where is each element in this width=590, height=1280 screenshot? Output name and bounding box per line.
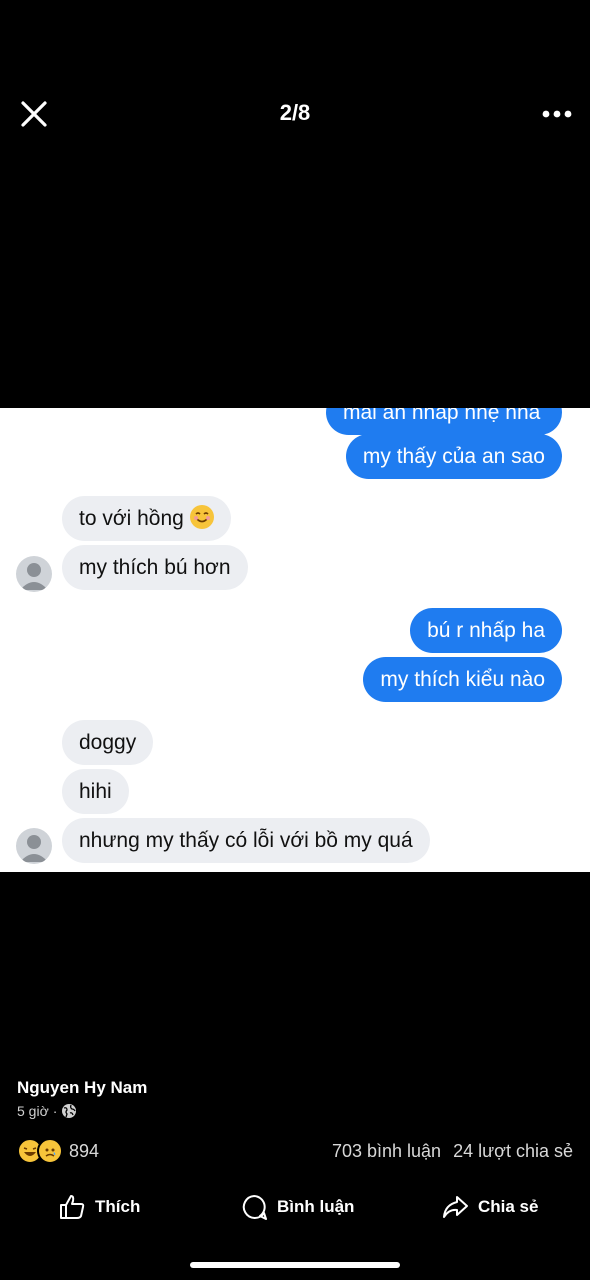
message-text: to với hồng (79, 507, 184, 530)
message-bubble: to với hồng (62, 496, 231, 541)
message-bubble: my thích kiểu nào (363, 657, 562, 702)
action-bar: Thích Bình luận Chia sẻ (0, 1188, 590, 1226)
share-button[interactable]: Chia sẻ (441, 1188, 538, 1226)
post-time[interactable]: 5 giờ (17, 1103, 49, 1119)
smiling-emoji-icon (189, 505, 214, 529)
post-meta: 5 giờ · (17, 1103, 77, 1119)
home-indicator[interactable] (190, 1262, 400, 1268)
message-bubble: bú r nhấp ha (410, 608, 562, 653)
message-bubble: nhưng my thấy có lỗi với bồ my quá (62, 818, 430, 863)
sad-reaction-icon (37, 1138, 63, 1164)
like-label: Thích (95, 1197, 141, 1216)
shares-count[interactable]: 24 lượt chia sẻ (453, 1141, 573, 1162)
thumbs-up-icon (60, 1195, 85, 1219)
more-icon (542, 110, 572, 118)
message-text: hihi (79, 780, 112, 803)
more-button[interactable] (542, 104, 572, 124)
avatar (16, 556, 52, 592)
message-text: my thích kiểu nào (380, 668, 545, 691)
reaction-count: 894 (69, 1140, 100, 1161)
message-text: bú r nhấp ha (427, 619, 545, 642)
message-text: doggy (79, 731, 137, 754)
photo-counter: 2/8 (279, 100, 311, 125)
separator-dot: · (52, 1103, 58, 1119)
share-label: Chia sẻ (478, 1197, 539, 1216)
message-bubble: my thích bú hơn (62, 545, 248, 590)
message-bubble: my thấy của an sao (345, 434, 562, 479)
message-bubble: hihi (62, 769, 129, 814)
user-icon (20, 835, 48, 862)
avatar (16, 828, 52, 864)
reactions-summary[interactable]: 894 (17, 1138, 99, 1164)
user-icon (20, 563, 48, 590)
message-bubble: doggy (62, 720, 154, 765)
comment-icon (242, 1195, 267, 1220)
comment-label: Bình luận (277, 1197, 355, 1216)
message-bubble: mai an nhấp nhẹ nha (326, 408, 562, 435)
chat-screenshot[interactable]: mai an nhấp nhẹ nha my thấy của an sao t… (0, 408, 590, 872)
post-stats: 894 703 bình luận 24 lượt chia sẻ (17, 1138, 573, 1164)
comment-button[interactable]: Bình luận (240, 1188, 354, 1226)
message-text: mai an nhấp nhẹ nha (343, 408, 541, 424)
message-text: my thấy của an sao (362, 445, 545, 468)
globe-icon (62, 1104, 77, 1118)
like-button[interactable]: Thích (58, 1188, 140, 1226)
comments-count[interactable]: 703 bình luận (332, 1141, 441, 1162)
viewer-header: 2/8 (0, 0, 590, 230)
message-text: nhưng my thấy có lỗi với bồ my quá (79, 829, 413, 852)
post-author[interactable]: Nguyen Hy Nam (17, 1078, 147, 1098)
message-text: my thích bú hơn (79, 556, 231, 579)
share-icon (443, 1196, 468, 1218)
